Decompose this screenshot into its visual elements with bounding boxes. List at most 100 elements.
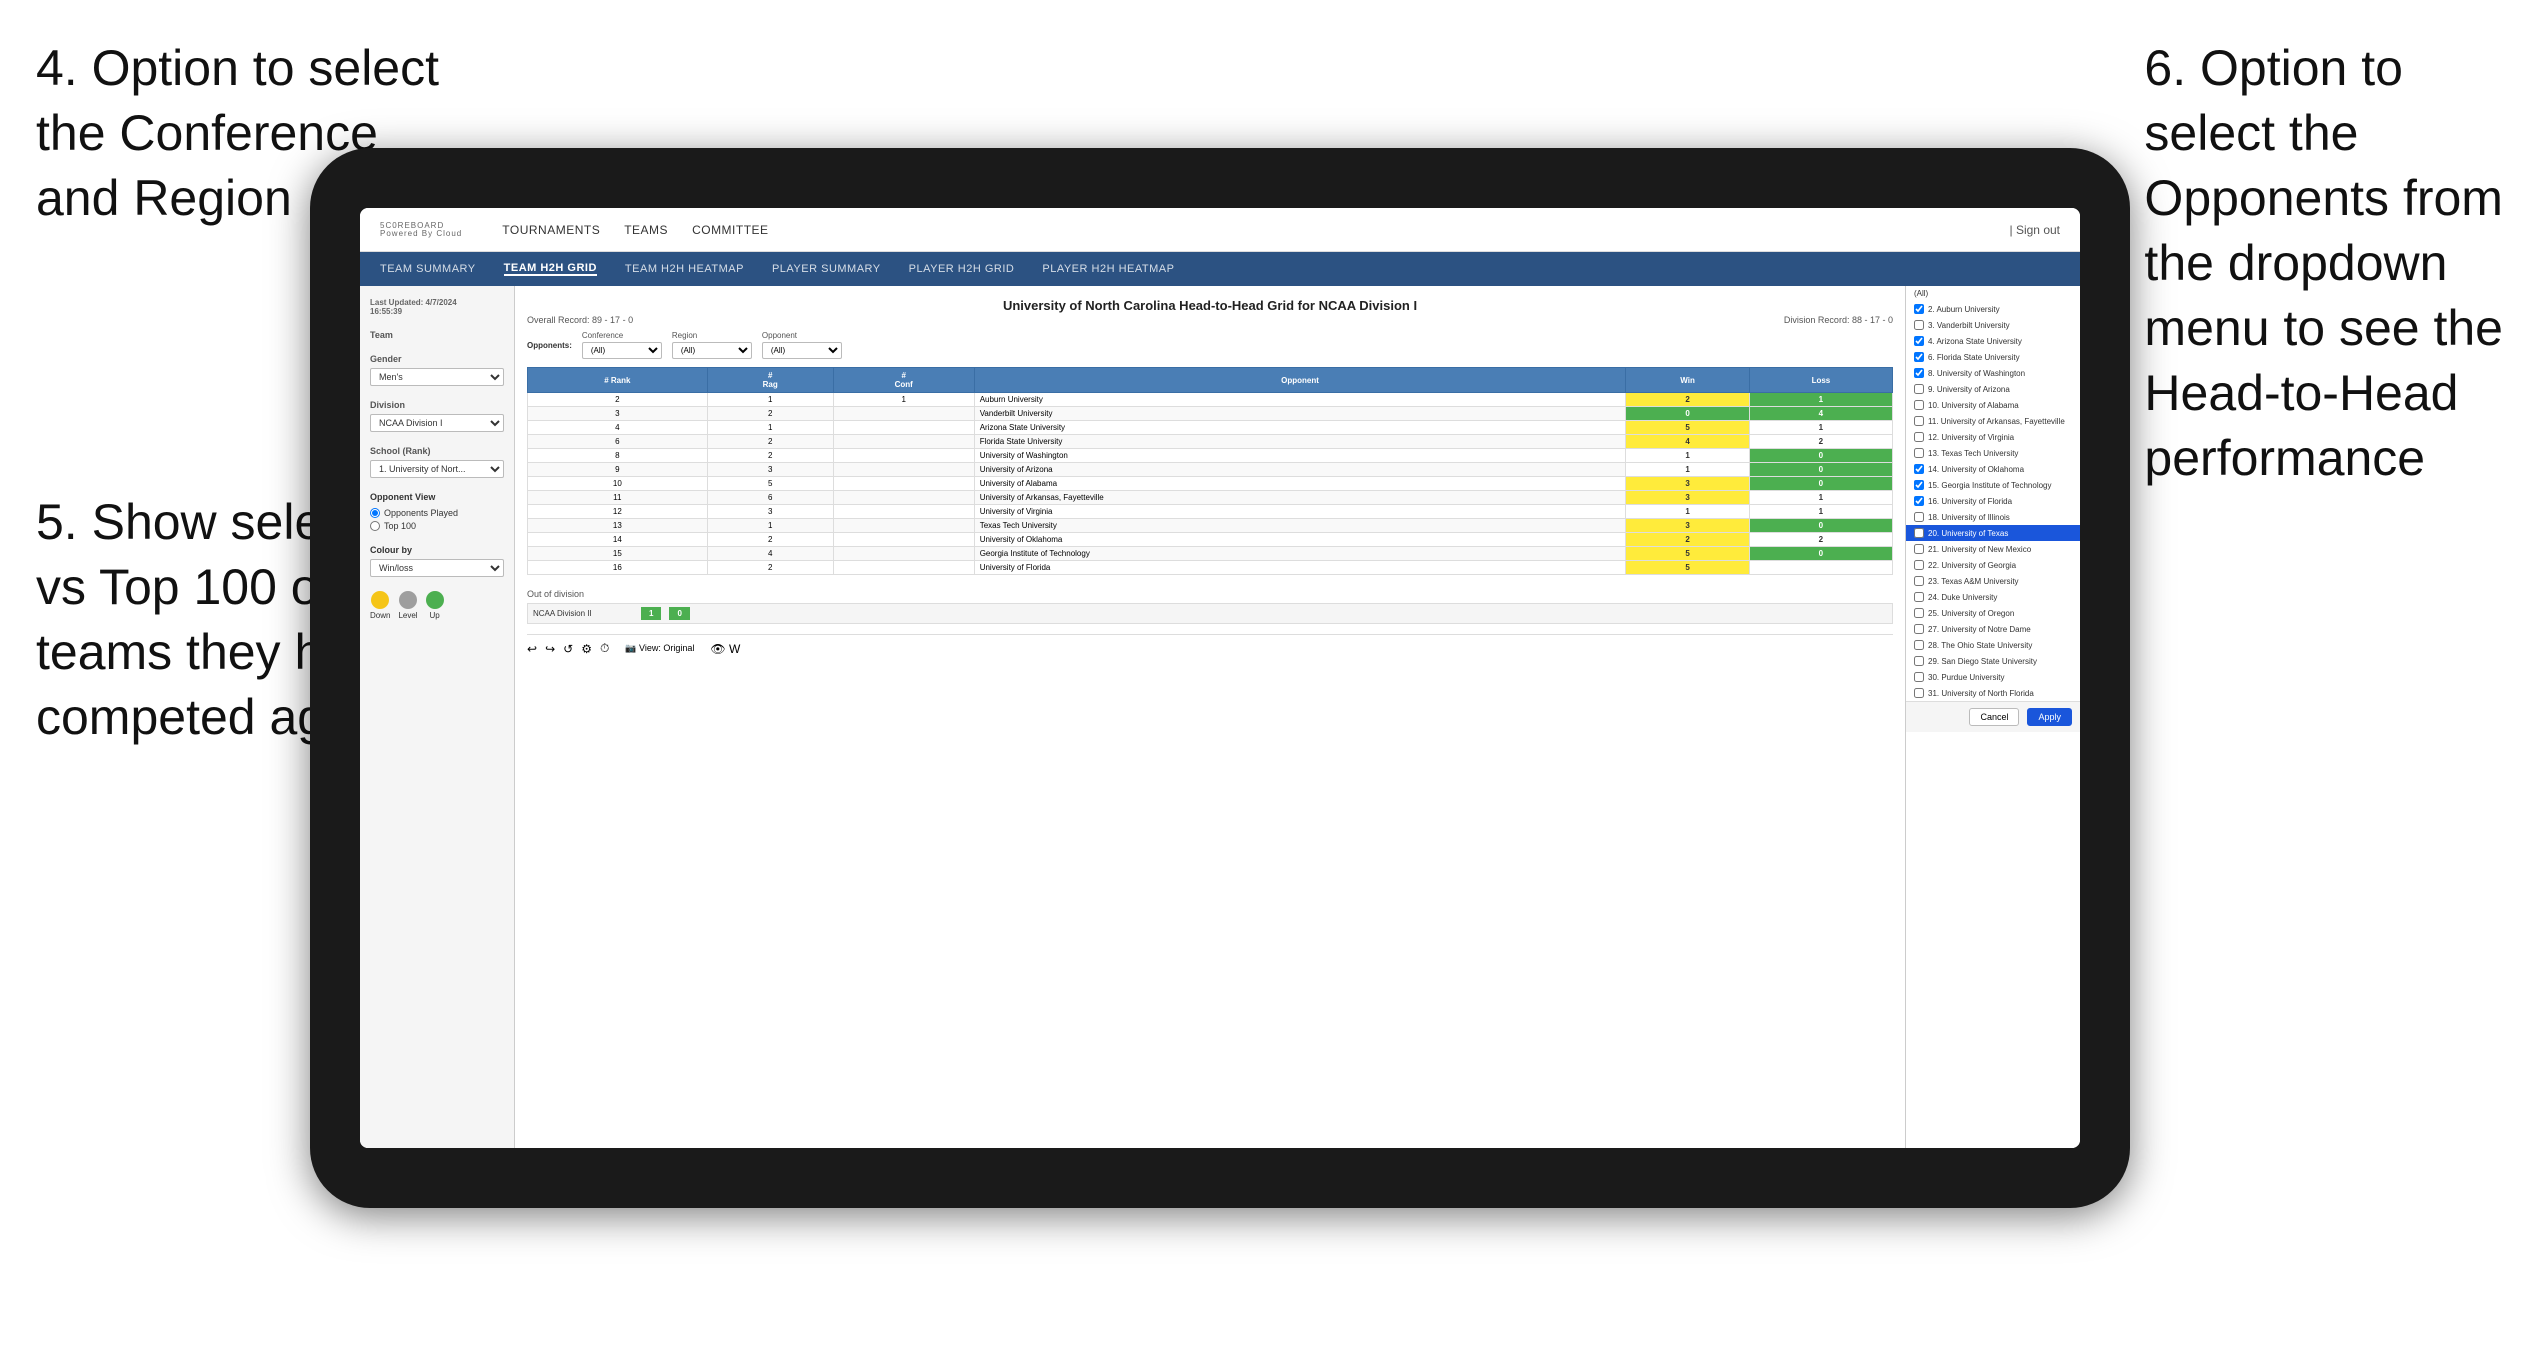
dropdown-checkbox[interactable] bbox=[1914, 672, 1924, 682]
dropdown-item[interactable]: 23. Texas A&M University bbox=[1906, 573, 2080, 589]
dropdown-item-label: 2. Auburn University bbox=[1928, 305, 2000, 314]
legend-level-label: Level bbox=[398, 611, 417, 620]
dropdown-checkbox[interactable] bbox=[1914, 512, 1924, 522]
tab-player-h2h-heatmap[interactable]: PLAYER H2H HEATMAP bbox=[1042, 263, 1174, 275]
colour-by-select[interactable]: Win/loss bbox=[370, 559, 504, 577]
toolbar-redo[interactable]: ↪ bbox=[545, 642, 555, 656]
dropdown-checkbox[interactable] bbox=[1914, 544, 1924, 554]
region-filter: Region (All) bbox=[672, 331, 752, 359]
dropdown-item[interactable]: 18. University of Illinois bbox=[1906, 509, 2080, 525]
dropdown-item-label: 3. Vanderbilt University bbox=[1928, 321, 2010, 330]
radio-opponents-played[interactable]: Opponents Played bbox=[370, 508, 504, 518]
dropdown-checkbox[interactable] bbox=[1914, 624, 1924, 634]
dropdown-checkbox[interactable] bbox=[1914, 464, 1924, 474]
radio-top-100[interactable]: Top 100 bbox=[370, 521, 504, 531]
dropdown-checkbox[interactable] bbox=[1914, 688, 1924, 698]
dropdown-item[interactable]: (All) bbox=[1906, 286, 2080, 301]
dropdown-item[interactable]: 2. Auburn University bbox=[1906, 301, 2080, 317]
toolbar-refresh[interactable]: ↺ bbox=[563, 642, 573, 656]
grid-title: University of North Carolina Head-to-Hea… bbox=[527, 298, 1893, 313]
dropdown-item[interactable]: 31. University of North Florida bbox=[1906, 685, 2080, 701]
conference-filter-select[interactable]: (All) bbox=[582, 342, 662, 359]
dropdown-item-label: 18. University of Illinois bbox=[1928, 513, 2010, 522]
dropdown-checkbox[interactable] bbox=[1914, 592, 1924, 602]
nav-committee[interactable]: COMMITTEE bbox=[692, 223, 769, 237]
dropdown-checkbox[interactable] bbox=[1914, 368, 1924, 378]
dropdown-item[interactable]: 8. University of Washington bbox=[1906, 365, 2080, 381]
dropdown-item[interactable]: 13. Texas Tech University bbox=[1906, 445, 2080, 461]
dropdown-checkbox[interactable] bbox=[1914, 400, 1924, 410]
dropdown-item[interactable]: 10. University of Alabama bbox=[1906, 397, 2080, 413]
toolbar-clock[interactable]: ⏱ bbox=[600, 641, 609, 656]
toolbar-settings[interactable]: ⚙ bbox=[581, 642, 592, 656]
dropdown-item[interactable]: 25. University of Oregon bbox=[1906, 605, 2080, 621]
dropdown-checkbox[interactable] bbox=[1914, 352, 1924, 362]
dropdown-checkbox[interactable] bbox=[1914, 560, 1924, 570]
dropdown-checkbox[interactable] bbox=[1914, 336, 1924, 346]
dropdown-item[interactable]: 4. Arizona State University bbox=[1906, 333, 2080, 349]
dropdown-checkbox[interactable] bbox=[1914, 528, 1924, 538]
dropdown-item[interactable]: 30. Purdue University bbox=[1906, 669, 2080, 685]
dropdown-item[interactable]: 24. Duke University bbox=[1906, 589, 2080, 605]
dropdown-checkbox[interactable] bbox=[1914, 448, 1924, 458]
tab-team-h2h-grid[interactable]: TEAM H2H GRID bbox=[504, 262, 597, 276]
opponent-dropdown-panel[interactable]: (All)2. Auburn University 3. Vanderbilt U… bbox=[1905, 286, 2080, 1148]
dropdown-checkbox[interactable] bbox=[1914, 656, 1924, 666]
dropdown-checkbox[interactable] bbox=[1914, 416, 1924, 426]
school-select[interactable]: 1. University of Nort... bbox=[370, 460, 504, 478]
dropdown-item[interactable]: 27. University of Notre Dame bbox=[1906, 621, 2080, 637]
dropdown-checkbox[interactable] bbox=[1914, 384, 1924, 394]
dropdown-checkbox[interactable] bbox=[1914, 480, 1924, 490]
dropdown-checkbox[interactable] bbox=[1914, 432, 1924, 442]
dropdown-item[interactable]: 14. University of Oklahoma bbox=[1906, 461, 2080, 477]
dropdown-item[interactable]: 3. Vanderbilt University bbox=[1906, 317, 2080, 333]
dropdown-checkbox[interactable] bbox=[1914, 304, 1924, 314]
dropdown-checkbox[interactable] bbox=[1914, 320, 1924, 330]
col-rank: # Rank bbox=[528, 368, 708, 393]
gender-select[interactable]: Men's bbox=[370, 368, 504, 386]
dropdown-item[interactable]: 16. University of Florida bbox=[1906, 493, 2080, 509]
dropdown-item[interactable]: 22. University of Georgia bbox=[1906, 557, 2080, 573]
dropdown-item[interactable]: 12. University of Virginia bbox=[1906, 429, 2080, 445]
dropdown-checkbox[interactable] bbox=[1914, 640, 1924, 650]
opponent-name-cell: University of Alabama bbox=[974, 477, 1626, 491]
table-row: 14 2 University of Oklahoma 2 2 bbox=[528, 533, 1893, 547]
dropdown-all-label: (All) bbox=[1914, 289, 1928, 298]
cancel-button[interactable]: Cancel bbox=[1969, 708, 2019, 726]
region-filter-select[interactable]: (All) bbox=[672, 342, 752, 359]
dropdown-checkbox[interactable] bbox=[1914, 576, 1924, 586]
dropdown-item[interactable]: 29. San Diego State University bbox=[1906, 653, 2080, 669]
dropdown-item[interactable]: 15. Georgia Institute of Technology bbox=[1906, 477, 2080, 493]
dropdown-checkbox[interactable] bbox=[1914, 496, 1924, 506]
dropdown-item[interactable]: 28. The Ohio State University bbox=[1906, 637, 2080, 653]
rank-cell: 9 bbox=[528, 463, 708, 477]
dropdown-item[interactable]: 6. Florida State University bbox=[1906, 349, 2080, 365]
opponent-name-cell: University of Arkansas, Fayetteville bbox=[974, 491, 1626, 505]
tab-team-h2h-heatmap[interactable]: TEAM H2H HEATMAP bbox=[625, 263, 744, 275]
tab-player-summary[interactable]: PLAYER SUMMARY bbox=[772, 263, 881, 275]
apply-button[interactable]: Apply bbox=[2027, 708, 2072, 726]
opponent-name-cell: University of Oklahoma bbox=[974, 533, 1626, 547]
rank-cell: 16 bbox=[528, 561, 708, 575]
nav-teams[interactable]: TEAMS bbox=[624, 223, 668, 237]
nav-bar: 5C0REBOARD Powered By Cloud TOURNAMENTS … bbox=[360, 208, 2080, 252]
team-label: Team bbox=[370, 330, 504, 340]
nav-tournaments[interactable]: TOURNAMENTS bbox=[502, 223, 600, 237]
dropdown-item[interactable]: 9. University of Arizona bbox=[1906, 381, 2080, 397]
toolbar-undo[interactable]: ↩ bbox=[527, 642, 537, 656]
win-cell: 3 bbox=[1626, 519, 1749, 533]
dropdown-item-label: 15. Georgia Institute of Technology bbox=[1928, 481, 2052, 490]
opponent-filter-select[interactable]: (All) bbox=[762, 342, 842, 359]
dropdown-item[interactable]: 11. University of Arkansas, Fayetteville bbox=[1906, 413, 2080, 429]
toolbar-eye[interactable]: 👁 W bbox=[710, 642, 740, 656]
dropdown-checkbox[interactable] bbox=[1914, 608, 1924, 618]
tab-player-h2h-grid[interactable]: PLAYER H2H GRID bbox=[909, 263, 1015, 275]
dropdown-item[interactable]: 20. University of Texas bbox=[1906, 525, 2080, 541]
tab-team-summary[interactable]: TEAM SUMMARY bbox=[380, 263, 476, 275]
division-select[interactable]: NCAA Division I bbox=[370, 414, 504, 432]
opponent-filter-label: Opponent bbox=[762, 331, 842, 340]
opponents-filter-label: Opponents: bbox=[527, 341, 572, 350]
dropdown-item[interactable]: 21. University of New Mexico bbox=[1906, 541, 2080, 557]
loss-cell: 1 bbox=[1749, 505, 1892, 519]
nav-sign-out[interactable]: | Sign out bbox=[2010, 223, 2060, 237]
